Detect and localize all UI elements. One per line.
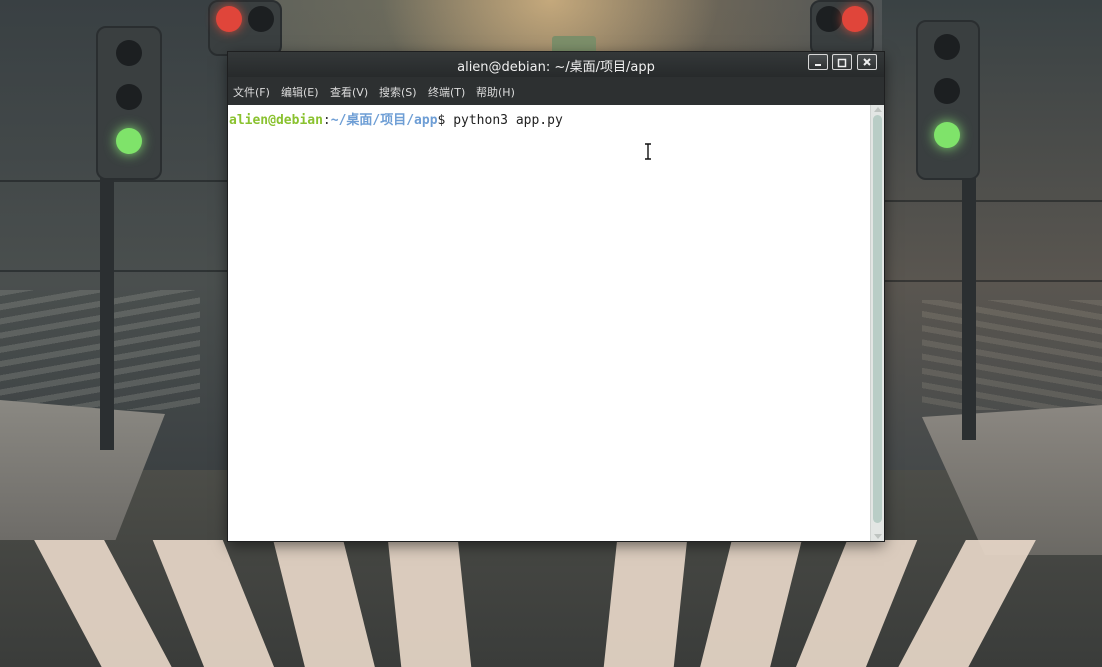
traffic-light-pole <box>962 170 976 440</box>
crosswalk-stripe <box>387 540 473 667</box>
minimize-icon <box>815 64 821 66</box>
minimize-button[interactable] <box>808 54 828 70</box>
traffic-light-right <box>916 20 980 180</box>
prompt-separator: : <box>322 113 331 128</box>
window-titlebar[interactable]: alien@debian: ~/桌面/项目/app <box>228 52 884 77</box>
menu-file[interactable]: 文件(F) <box>233 84 270 100</box>
traffic-lamp-green <box>116 128 142 154</box>
traffic-lamp <box>934 34 960 60</box>
prompt-dollar: $ <box>437 113 454 128</box>
traffic-lamp <box>934 78 960 104</box>
vertical-scrollbar[interactable] <box>870 105 884 541</box>
traffic-lamp <box>816 6 842 32</box>
traffic-lamp <box>248 6 274 32</box>
close-button[interactable] <box>857 54 877 70</box>
scroll-down-icon[interactable] <box>874 534 882 539</box>
wallpaper-stairs-right <box>922 300 1102 410</box>
menu-edit[interactable]: 编辑(E) <box>281 84 319 100</box>
prompt-user: alien@debian <box>229 113 323 128</box>
menu-help[interactable]: 帮助(H) <box>476 84 515 100</box>
maximize-icon <box>837 58 847 68</box>
traffic-lamp-red <box>216 6 242 32</box>
menubar: 文件(F) 编辑(E) 查看(V) 搜索(S) 终端(T) 帮助(H) <box>228 77 884 105</box>
wallpaper-ledge <box>0 180 230 182</box>
wallpaper-ledge <box>882 280 1102 282</box>
wallpaper-ledge <box>882 200 1102 202</box>
menu-terminal[interactable]: 终端(T) <box>428 84 465 100</box>
scroll-up-icon[interactable] <box>874 107 882 112</box>
traffic-lamp <box>116 40 142 66</box>
window-title: alien@debian: ~/桌面/项目/app <box>457 60 655 75</box>
command-text: python3 app.py <box>453 113 563 128</box>
terminal-output-area[interactable]: alien@debian:~/桌面/项目/app$ python3 app.py <box>228 105 870 541</box>
traffic-light-pole <box>100 150 114 450</box>
traffic-lamp <box>116 84 142 110</box>
prompt-path: ~/桌面/项目/app <box>330 113 438 128</box>
menu-search[interactable]: 搜索(S) <box>379 84 417 100</box>
terminal-window: alien@debian: ~/桌面/项目/app 文件(F) 编辑(E) 查看… <box>228 52 884 541</box>
menu-view[interactable]: 查看(V) <box>330 84 368 100</box>
traffic-light-left <box>96 26 162 180</box>
text-cursor-icon <box>645 143 651 160</box>
traffic-lamp-red <box>842 6 868 32</box>
traffic-light-top-right <box>810 0 874 56</box>
traffic-lamp-green <box>934 122 960 148</box>
close-icon <box>863 58 871 66</box>
maximize-button[interactable] <box>832 54 852 70</box>
wallpaper-ledge <box>0 270 230 272</box>
traffic-light-top-left <box>208 0 282 56</box>
crosswalk-stripe <box>602 540 688 667</box>
scrollbar-thumb[interactable] <box>873 115 882 523</box>
terminal-command-line: alien@debian:~/桌面/项目/app$ python3 app.py <box>229 109 563 128</box>
